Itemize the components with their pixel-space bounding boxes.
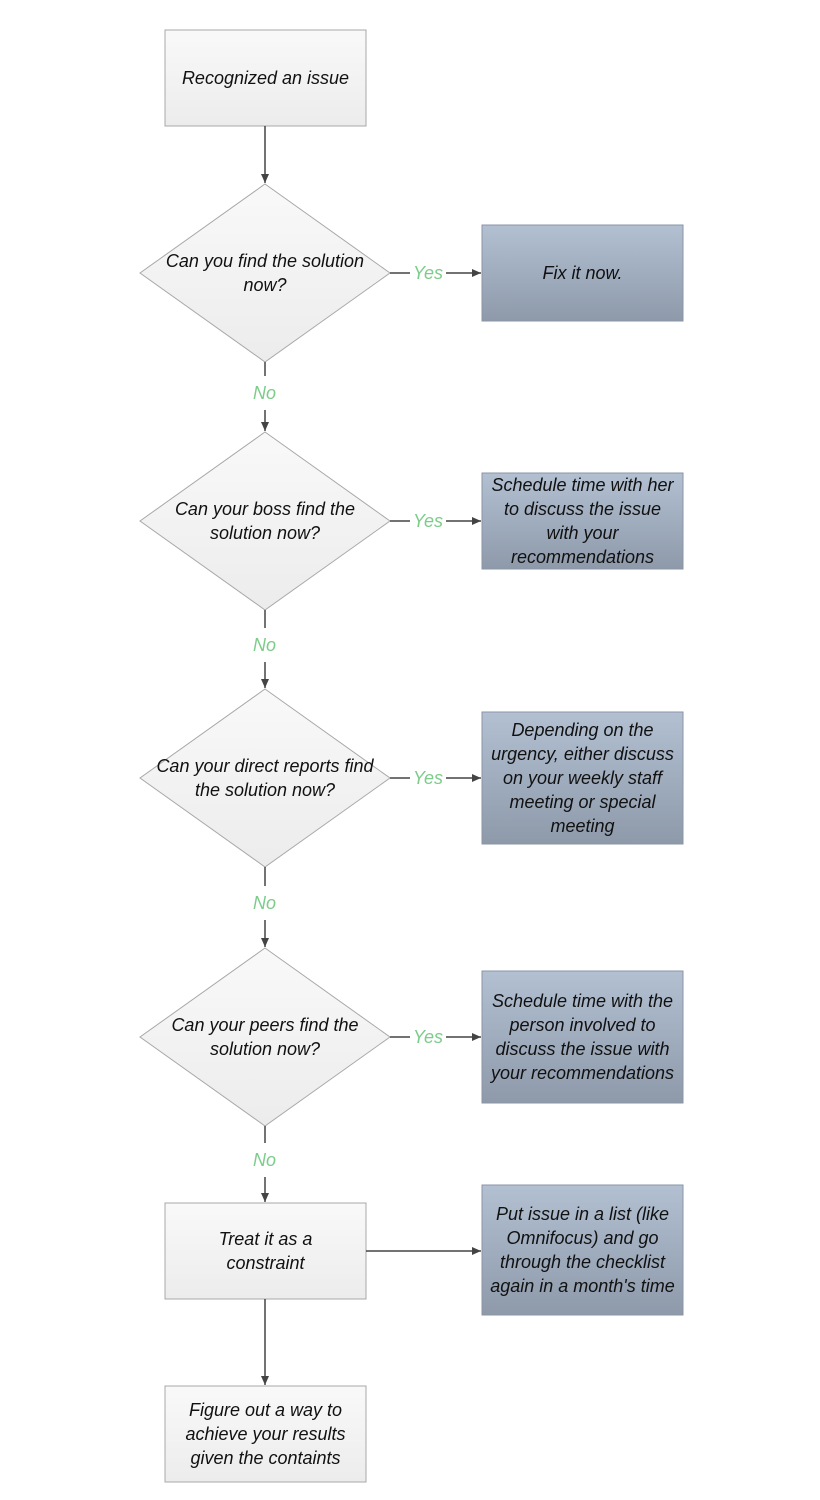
decision-3-text: Can your direct reports find the solutio… (156, 756, 374, 800)
constraint-text: Treat it as a constraint (218, 1229, 313, 1273)
final-text: Figure out a way to achieve your results… (185, 1400, 346, 1468)
yes-label-4: Yes (411, 1027, 446, 1047)
no-label-3: No (251, 893, 279, 913)
yes-label-1: Yes (411, 263, 446, 283)
no-label-4: No (251, 1150, 279, 1170)
outcome-3-text: Depending on the urgency, either discuss… (491, 720, 674, 836)
yes-label-2: Yes (411, 511, 446, 531)
flowchart-canvas (139, 29, 684, 1483)
outcome-1-text: Fix it now. (542, 263, 623, 283)
outcome-4-text: Schedule time with the person involved t… (490, 991, 675, 1083)
decision-4-text: Can your peers find the solution now? (171, 1015, 359, 1059)
start-text: Recognized an issue (181, 68, 350, 88)
outcome-2-text: Schedule time with her to discuss the is… (491, 475, 674, 567)
decision-1-text: Can you find the solution now? (165, 251, 365, 295)
yes-label-3: Yes (411, 768, 446, 788)
outcome-5-text: Put issue in a list (like Omnifocus) and… (490, 1204, 675, 1296)
decision-2-text: Can your boss find the solution now? (174, 499, 356, 543)
no-label-2: No (251, 635, 279, 655)
no-label-1: No (251, 383, 279, 403)
